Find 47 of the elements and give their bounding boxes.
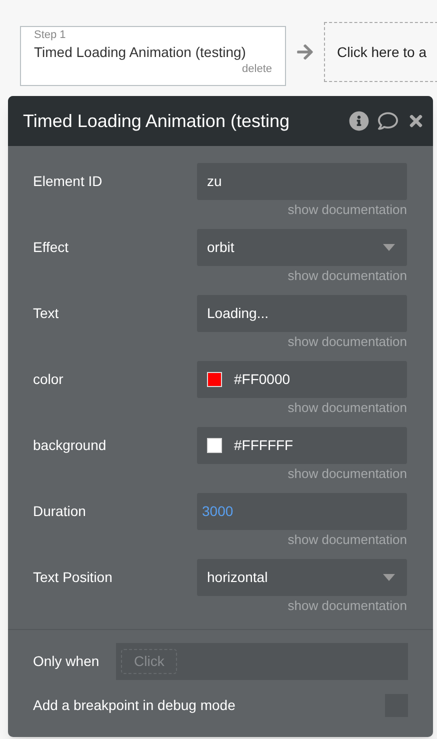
dropdown[interactable]: horizontal: [197, 559, 407, 596]
input-field[interactable]: zu: [197, 163, 407, 200]
dropdown-caret-icon: [383, 244, 395, 251]
field-value: orbit: [207, 238, 234, 257]
field-value: zu: [207, 172, 222, 191]
field-label: Text: [33, 304, 60, 323]
click-placeholder[interactable]: Click: [121, 649, 178, 674]
step-label: Step 1: [34, 28, 67, 42]
arrow-right-icon: [296, 43, 314, 61]
documentation-link[interactable]: show documentation: [288, 201, 407, 219]
field-label: background: [33, 436, 108, 455]
step-title: Timed Loading Animation (testing): [34, 43, 247, 62]
documentation-link[interactable]: show documentation: [288, 531, 407, 549]
dropdown-caret-icon: [383, 574, 395, 581]
field-label: Element ID: [33, 172, 104, 191]
input-field[interactable]: #FFFFFF: [197, 427, 407, 464]
condition-field[interactable]: Click: [116, 643, 408, 680]
color-swatch[interactable]: [207, 372, 222, 387]
field-value: horizontal: [207, 568, 268, 587]
color-swatch[interactable]: [207, 438, 222, 453]
field-label: color: [33, 370, 64, 389]
field-value: #FF0000: [234, 370, 290, 389]
only-when-label: Only when: [33, 652, 100, 671]
panel-title: Timed Loading Animation (testing: [23, 110, 290, 133]
add-action-box[interactable]: Click here to a: [324, 22, 437, 82]
comment-icon[interactable]: [377, 111, 399, 131]
documentation-link[interactable]: show documentation: [288, 267, 407, 285]
field-label: Text Position: [33, 568, 114, 587]
input-field[interactable]: #FF0000: [197, 361, 407, 398]
delete-link[interactable]: delete: [242, 62, 272, 76]
field-label: Duration: [33, 502, 87, 521]
documentation-link[interactable]: show documentation: [288, 333, 407, 351]
step-card[interactable]: Step 1 Timed Loading Animation (testing) delete: [20, 26, 286, 86]
field-value: #FFFFFF: [234, 436, 294, 455]
input-field[interactable]: 3000: [197, 493, 407, 530]
dropdown[interactable]: orbit: [197, 229, 407, 266]
close-icon[interactable]: [407, 112, 425, 130]
documentation-link[interactable]: show documentation: [288, 597, 407, 615]
field-value: 3000: [202, 502, 234, 521]
add-action-text: Click here to a: [337, 42, 426, 62]
documentation-link[interactable]: show documentation: [288, 399, 407, 417]
field-value: Loading...: [207, 304, 268, 323]
field-label: Effect: [33, 238, 70, 257]
breakpoint-label: Add a breakpoint in debug mode: [33, 696, 236, 715]
info-icon[interactable]: [349, 111, 369, 131]
documentation-link[interactable]: show documentation: [288, 465, 407, 483]
input-field[interactable]: Loading...: [197, 295, 407, 332]
